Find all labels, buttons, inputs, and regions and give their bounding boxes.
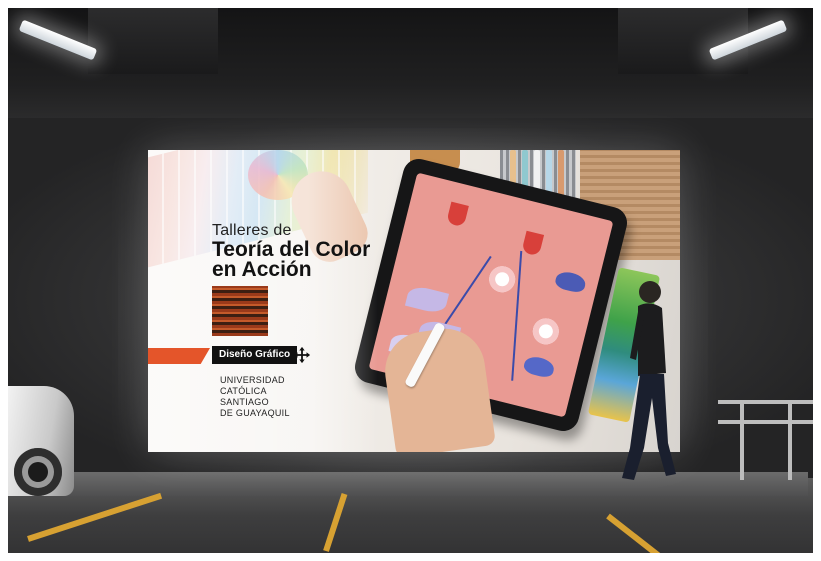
- flower: [486, 263, 518, 295]
- flower: [530, 315, 562, 348]
- curb: [68, 472, 808, 496]
- university-line: SANTIAGO: [220, 397, 269, 407]
- tulip: [446, 201, 469, 228]
- university-name: UNIVERSIDAD CATÓLICA SANTIAGO DE GUAYAQU…: [220, 375, 290, 419]
- handrail: [718, 420, 813, 424]
- texture-swatch: [212, 286, 268, 336]
- car-tire: [14, 448, 62, 496]
- university-line: DE GUAYAQUIL: [220, 408, 290, 418]
- handrail-post: [788, 400, 792, 480]
- handrail: [718, 400, 813, 404]
- leaf: [404, 284, 450, 316]
- university-line: CATÓLICA: [220, 386, 267, 396]
- walking-person: [622, 281, 676, 480]
- handrail-post: [740, 400, 744, 480]
- accent-band: [148, 348, 210, 364]
- bird: [522, 354, 556, 380]
- ceiling-beam: [88, 8, 218, 74]
- campaign-title: Talleres de Teoría del Color en Acción: [212, 222, 370, 280]
- flower-stem: [511, 250, 523, 381]
- title-line-3: en Acción: [212, 258, 312, 281]
- billboard: Talleres de Teoría del Color en Acción D…: [148, 150, 680, 452]
- university-line: UNIVERSIDAD: [220, 375, 285, 385]
- bird: [553, 269, 588, 295]
- move-arrows-icon: [293, 346, 311, 364]
- parking-garage-scene: Talleres de Teoría del Color en Acción D…: [8, 8, 813, 553]
- tulip: [521, 230, 545, 257]
- title-line-2: Teoría del Color: [212, 238, 371, 261]
- department-label: Diseño Gráfico: [212, 346, 298, 364]
